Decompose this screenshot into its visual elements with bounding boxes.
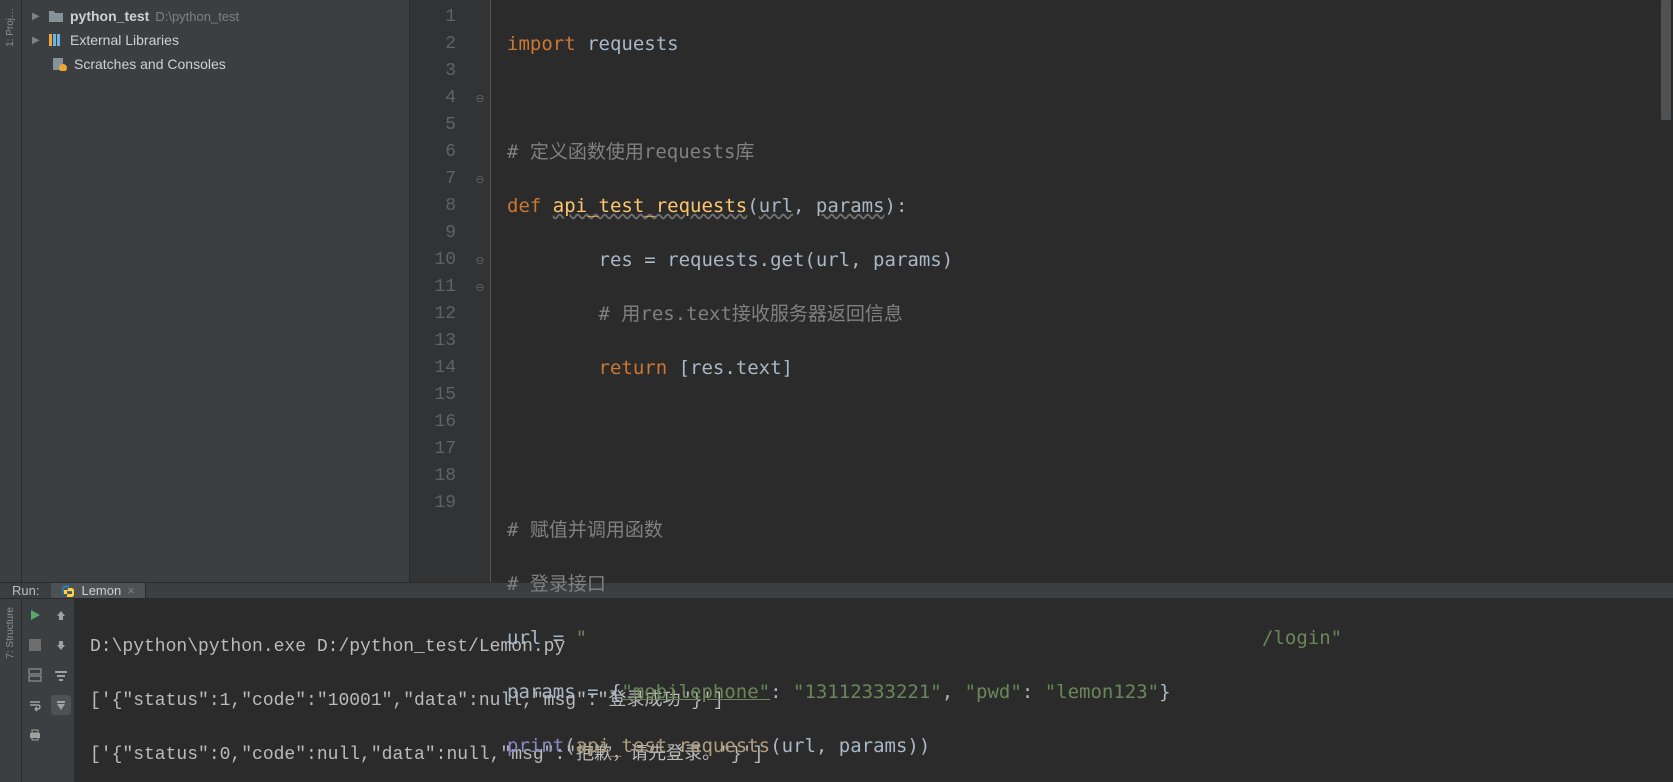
- line-number[interactable]: 17: [410, 436, 456, 463]
- close-icon[interactable]: ×: [127, 583, 135, 598]
- line-number[interactable]: 1: [410, 4, 456, 31]
- tree-scratches[interactable]: Scratches and Consoles: [22, 52, 409, 76]
- tool-structure[interactable]: 7: Structure: [3, 603, 18, 663]
- line-number[interactable]: 10: [410, 247, 456, 274]
- line-number[interactable]: 4: [410, 85, 456, 112]
- line-number[interactable]: 15: [410, 382, 456, 409]
- bottom-left-strip: 7: Structure 📌: [0, 599, 22, 782]
- python-icon: [61, 584, 75, 598]
- tree-root-row[interactable]: ▶ python_test D:\python_test: [22, 4, 409, 28]
- line-number[interactable]: 19: [410, 490, 456, 517]
- line-number[interactable]: 14: [410, 355, 456, 382]
- left-tool-strip: 1: Proj…: [0, 0, 22, 582]
- fold-strip: ⊖ ⊖ ⊖ ⊖: [470, 0, 490, 582]
- print-icon[interactable]: [25, 725, 45, 745]
- scratches-icon: [52, 57, 68, 71]
- editor: 1 2 3 4 5 6 7 8 9 10 11 12 13 14 15 16 1…: [410, 0, 1673, 582]
- tree-item-label: Scratches and Consoles: [74, 56, 226, 72]
- run-tab[interactable]: Lemon ×: [51, 583, 145, 598]
- code-area[interactable]: import requests # 定义函数使用requests库 def ap…: [490, 0, 1673, 582]
- fold-toggle-icon[interactable]: ⊖: [470, 247, 490, 274]
- run-label: Run:: [0, 583, 51, 598]
- soft-wrap-icon[interactable]: [25, 695, 45, 715]
- line-number[interactable]: 7: [410, 166, 456, 193]
- layout-icon[interactable]: [25, 665, 45, 685]
- line-number[interactable]: 9: [410, 220, 456, 247]
- down-icon[interactable]: [51, 635, 71, 655]
- line-number[interactable]: 2: [410, 31, 456, 58]
- gutter: 1 2 3 4 5 6 7 8 9 10 11 12 13 14 15 16 1…: [410, 0, 470, 582]
- tool-project[interactable]: 1: Proj…: [3, 4, 18, 51]
- stop-button[interactable]: [25, 635, 45, 655]
- tree-item-label: External Libraries: [70, 32, 179, 48]
- run-toolbar-right: [48, 599, 74, 782]
- scroll-to-end-icon[interactable]: [51, 695, 71, 715]
- line-number[interactable]: 8: [410, 193, 456, 220]
- line-number[interactable]: 6: [410, 139, 456, 166]
- project-panel: ▶ python_test D:\python_test ▶ External …: [22, 0, 410, 582]
- line-number[interactable]: 16: [410, 409, 456, 436]
- line-number[interactable]: 3: [410, 58, 456, 85]
- run-toolbar-left: [22, 599, 48, 782]
- tree-root-name: python_test: [70, 8, 149, 24]
- rerun-button[interactable]: [25, 605, 45, 625]
- run-tab-name: Lemon: [81, 583, 121, 598]
- libraries-icon: [48, 33, 64, 47]
- chevron-right-icon: ▶: [32, 11, 42, 22]
- tree-external-libraries[interactable]: ▶ External Libraries: [22, 28, 409, 52]
- fold-toggle-icon[interactable]: ⊖: [470, 166, 490, 193]
- tree-root-path: D:\python_test: [155, 9, 239, 24]
- fold-toggle-icon[interactable]: ⊖: [470, 274, 490, 301]
- fold-toggle-icon[interactable]: ⊖: [470, 85, 490, 112]
- folder-icon: [48, 9, 64, 23]
- filter-icon[interactable]: [51, 665, 71, 685]
- line-number[interactable]: 11: [410, 274, 456, 301]
- scrollbar-thumb[interactable]: [1661, 0, 1671, 120]
- up-icon[interactable]: [51, 605, 71, 625]
- chevron-right-icon: ▶: [32, 35, 42, 46]
- line-number[interactable]: 13: [410, 328, 456, 355]
- line-number[interactable]: 5: [410, 112, 456, 139]
- line-number[interactable]: 12: [410, 301, 456, 328]
- line-number[interactable]: 18: [410, 463, 456, 490]
